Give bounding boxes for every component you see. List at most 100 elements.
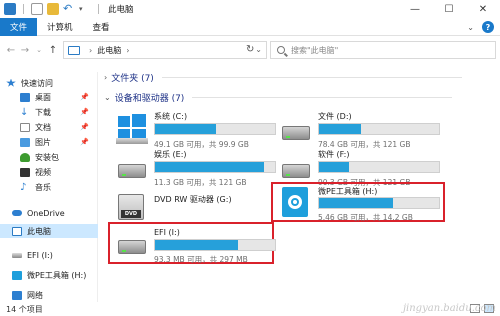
drive-name: DVD RW 驱动器 (G:) xyxy=(154,195,232,204)
forward-button[interactable]: → xyxy=(18,41,32,59)
folders-section-header[interactable]: › 文件夹 (7) xyxy=(104,69,462,85)
search-box[interactable]: 搜索"此电脑" xyxy=(270,41,496,59)
sidebar-item-label: 安装包 xyxy=(35,152,59,162)
sidebar-item-desktop[interactable]: 桌面 📌 xyxy=(20,90,89,104)
address-segment[interactable]: 此电脑 xyxy=(97,45,121,56)
usage-bar xyxy=(318,161,440,173)
devices-section-header[interactable]: ⌄ 设备和驱动器 (7) xyxy=(104,89,453,105)
pe-drive-icon xyxy=(280,186,312,218)
sidebar-item-label: 桌面 xyxy=(35,92,51,102)
sidebar-item-label: 音乐 xyxy=(35,182,51,192)
customize-toolbar-icon[interactable]: ▾ xyxy=(79,3,91,15)
navigation-pane: 快速访问 桌面 📌 ↓ 下载 📌 文档 📌 图片 📌 安装包 视频 ♪ 音乐 O… xyxy=(0,72,98,302)
hard-drive-icon xyxy=(116,228,148,260)
usage-bar-fill xyxy=(155,240,238,250)
sidebar-item-videos[interactable]: 视频 xyxy=(20,165,51,179)
sidebar-item-label: 文档 xyxy=(35,122,51,132)
expand-ribbon-icon[interactable]: ⌄ xyxy=(467,23,474,32)
toolbar-separator xyxy=(98,4,99,14)
drive-h[interactable]: 微PE工具箱 (H:) 5.46 GB 可用，共 14.2 GB xyxy=(274,180,444,224)
drive-name: 系统 (C:) xyxy=(154,112,188,121)
sidebar-item-label: 快速访问 xyxy=(21,78,53,88)
maximize-button[interactable]: ☐ xyxy=(432,0,466,18)
drive-name: 文件 (D:) xyxy=(318,112,352,121)
hard-drive-icon xyxy=(12,252,22,258)
usage-bar xyxy=(318,123,440,135)
ribbon-right-controls: ⌄ ? xyxy=(467,21,494,33)
cloud-icon xyxy=(12,210,22,216)
sidebar-item-documents[interactable]: 文档 📌 xyxy=(20,120,89,134)
dvd-drive-icon: DVD xyxy=(116,190,148,222)
pin-icon[interactable]: 📌 xyxy=(80,93,89,101)
window-controls: — ☐ ✕ xyxy=(398,0,500,18)
back-button[interactable]: ← xyxy=(4,41,18,59)
hard-drive-icon xyxy=(116,152,148,184)
sidebar-item-pictures[interactable]: 图片 📌 xyxy=(20,135,89,149)
help-icon[interactable]: ? xyxy=(482,21,494,33)
sidebar-item-music[interactable]: ♪ 音乐 xyxy=(20,180,51,194)
toolbar-separator xyxy=(23,4,24,14)
usage-bar-fill xyxy=(319,162,349,172)
pin-icon[interactable]: 📌 xyxy=(80,108,89,116)
sidebar-item-efi[interactable]: EFI (I:) xyxy=(12,248,53,262)
close-button[interactable]: ✕ xyxy=(466,0,500,18)
drive-name: EFI (I:) xyxy=(154,228,180,237)
pe-drive-icon xyxy=(12,270,22,280)
computer-icon xyxy=(68,45,80,55)
section-title: 文件夹 (7) xyxy=(111,73,154,84)
chevron-right-icon[interactable]: › xyxy=(89,46,92,55)
undo-icon[interactable]: ↶ xyxy=(63,3,75,15)
refresh-icon[interactable]: ↻ xyxy=(246,44,254,55)
minimize-button[interactable]: — xyxy=(398,0,432,18)
tab-file[interactable]: 文件 xyxy=(0,17,38,36)
section-title: 设备和驱动器 (7) xyxy=(114,93,185,104)
sidebar-item-label: 视频 xyxy=(35,167,51,177)
chevron-right-icon[interactable]: › xyxy=(104,73,107,82)
hard-drive-icon xyxy=(280,114,312,146)
sidebar-item-install-packages[interactable]: 安装包 xyxy=(20,150,59,164)
drive-name: 微PE工具箱 (H:) xyxy=(318,187,378,196)
usage-bar-fill xyxy=(319,124,361,134)
title-bar: ↶ ▾ 此电脑 — ☐ ✕ xyxy=(0,0,500,18)
tree-icon xyxy=(20,152,30,162)
recent-locations-button[interactable]: ⌄ xyxy=(32,41,46,59)
usage-bar-fill xyxy=(155,162,265,172)
search-icon xyxy=(277,46,285,54)
chevron-down-icon[interactable]: ⌄ xyxy=(255,45,262,54)
navigation-bar: ← → ⌄ ↑ › 此电脑 › ⌄ ↻ 搜索"此电脑" xyxy=(0,36,500,64)
sidebar-item-label: 下载 xyxy=(35,107,51,117)
properties-icon[interactable] xyxy=(31,3,43,15)
new-folder-icon[interactable] xyxy=(47,3,59,15)
up-button[interactable]: ↑ xyxy=(46,41,60,59)
tab-view[interactable]: 查看 xyxy=(83,18,120,36)
watermark: jingyan.baidu.com xyxy=(402,303,496,314)
star-icon xyxy=(6,78,16,87)
drive-i[interactable]: EFI (I:) 93.3 MB 可用，共 297 MB xyxy=(110,222,280,266)
chevron-down-icon[interactable]: ⌄ xyxy=(104,93,111,102)
pictures-icon xyxy=(20,137,30,147)
sidebar-item-network[interactable]: 网络 xyxy=(12,288,43,302)
usage-bar xyxy=(154,123,276,135)
sidebar-item-this-pc[interactable]: 此电脑 xyxy=(0,224,98,238)
music-icon: ♪ xyxy=(20,181,27,193)
content-pane: › 文件夹 (7) ⌄ 设备和驱动器 (7) 系统 (C:) 49.1 GB 可… xyxy=(104,64,500,302)
document-icon xyxy=(20,122,30,132)
tab-computer[interactable]: 计算机 xyxy=(37,18,83,36)
sidebar-item-label: EFI (I:) xyxy=(27,250,53,260)
sidebar-item-label: 网络 xyxy=(27,290,43,300)
section-divider xyxy=(161,76,462,78)
chevron-right-icon[interactable]: › xyxy=(126,46,129,55)
sidebar-item-onedrive[interactable]: OneDrive xyxy=(12,206,65,220)
sidebar-item-label: 微PE工具箱 (H:) xyxy=(27,270,87,280)
usage-bar xyxy=(154,161,276,173)
sidebar-item-pe-drive[interactable]: 微PE工具箱 (H:) xyxy=(12,268,86,282)
sidebar-item-downloads[interactable]: ↓ 下载 📌 xyxy=(20,105,89,119)
pin-icon[interactable]: 📌 xyxy=(80,123,89,131)
usage-bar xyxy=(318,197,440,209)
usage-bar-fill xyxy=(319,198,394,208)
sidebar-item-label: OneDrive xyxy=(27,208,65,218)
sidebar-item-quick-access[interactable]: 快速访问 xyxy=(6,76,53,90)
address-bar[interactable]: › 此电脑 › ⌄ xyxy=(63,41,267,59)
item-count: 14 个项目 xyxy=(6,304,43,314)
pin-icon[interactable]: 📌 xyxy=(80,138,89,146)
